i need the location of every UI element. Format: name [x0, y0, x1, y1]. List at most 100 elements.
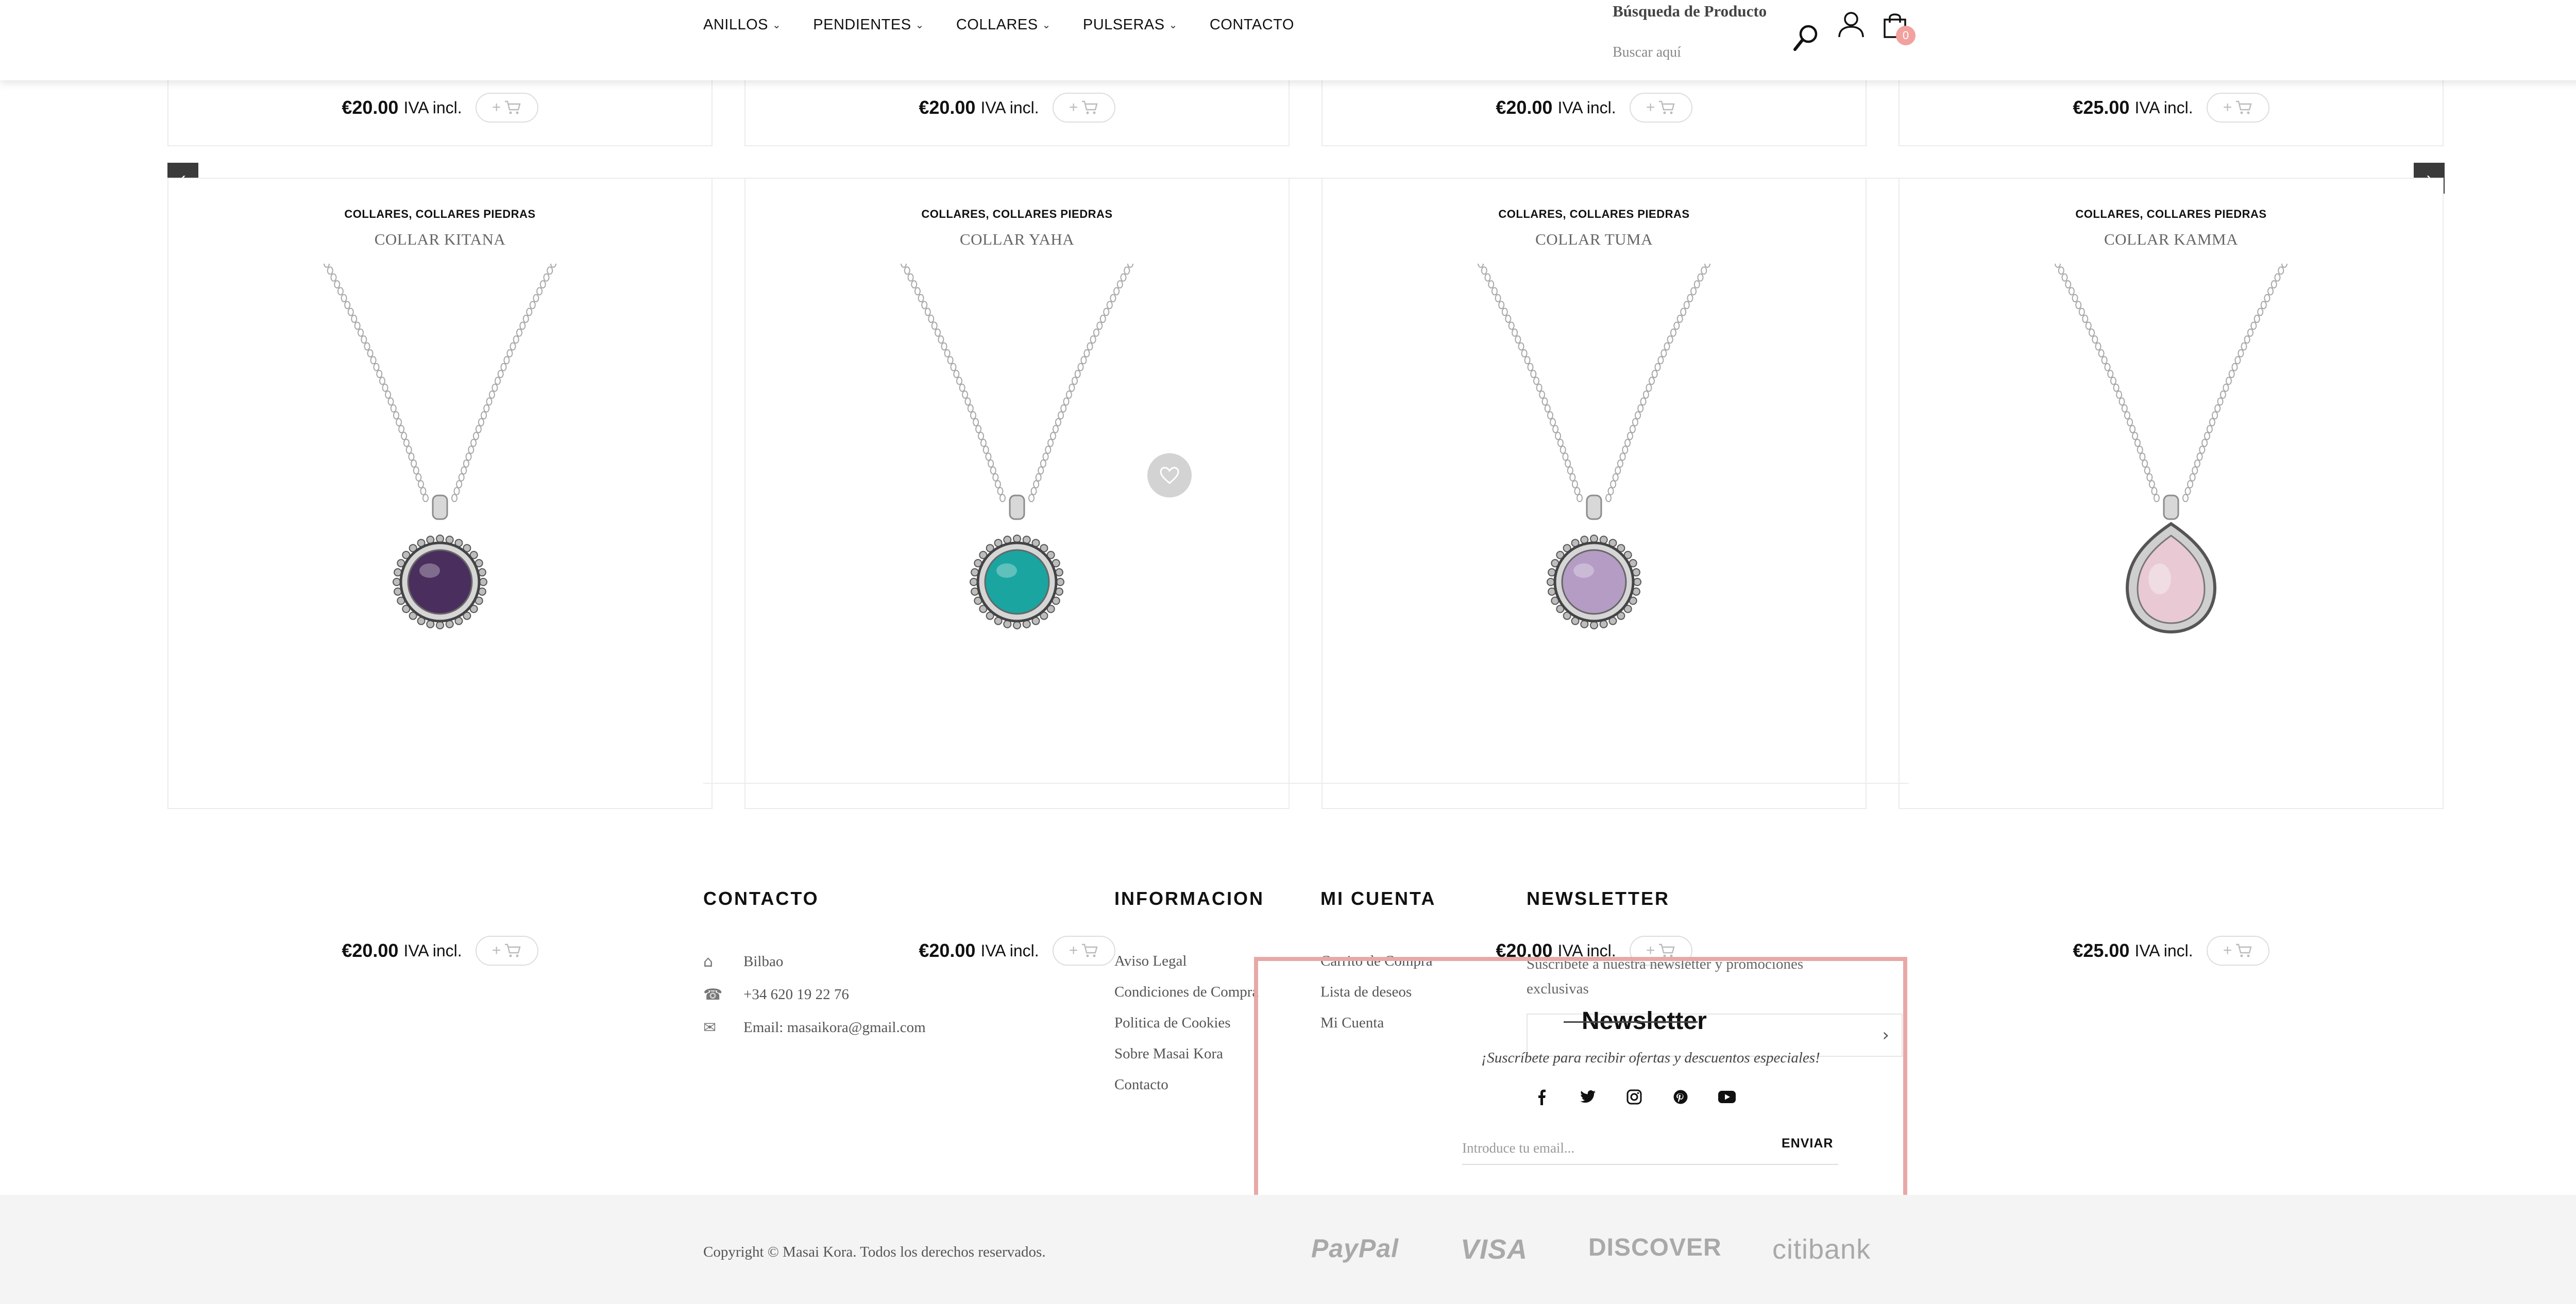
contact-text: Bilbao: [743, 953, 784, 970]
nav-item-pulseras[interactable]: PULSERAS ⌄: [1083, 16, 1178, 33]
cart-icon: [2236, 100, 2252, 114]
tax-label: IVA incl.: [980, 941, 1039, 960]
contact-email[interactable]: ✉ Email: masaikora@gmail.com: [703, 1019, 926, 1037]
footer-link-sobre[interactable]: Sobre Masai Kora: [1114, 1045, 1223, 1062]
product-card[interactable]: COLLARES, COLLARES PIEDRAS COLLAR KAMMA …: [1899, 178, 2444, 966]
discover-logo: DISCOVER: [1588, 1234, 1722, 1261]
tax-label: IVA incl.: [2134, 98, 2193, 117]
facebook-icon[interactable]: [1526, 1087, 1557, 1107]
product-image[interactable]: [893, 264, 1141, 810]
add-to-cart-button[interactable]: +: [1052, 936, 1115, 966]
chevron-down-icon: ⌄: [1168, 19, 1178, 31]
nav-label: PENDIENTES: [813, 16, 911, 33]
phone-icon: ☎: [703, 986, 723, 1004]
nav-item-anillos[interactable]: ANILLOS ⌄: [703, 16, 781, 33]
footer-link-condiciones[interactable]: Condiciones de Compra: [1114, 984, 1259, 1001]
tax-label: IVA incl.: [403, 941, 462, 960]
nav-label: CONTACTO: [1209, 16, 1294, 33]
product-card[interactable]: COLLARES, COLLARES PIEDRAS COLLAR YAHA €…: [744, 178, 1290, 966]
instagram-icon[interactable]: [1619, 1087, 1650, 1107]
product-image[interactable]: [1470, 264, 1718, 810]
footer-link-aviso-legal[interactable]: Aviso Legal: [1114, 953, 1187, 970]
chevron-down-icon: ⌄: [1042, 19, 1051, 31]
product-categories[interactable]: COLLARES, COLLARES PIEDRAS: [745, 208, 1289, 221]
cart-icon: [2236, 943, 2252, 957]
add-to-cart-button[interactable]: +: [2206, 936, 2269, 966]
search-icon[interactable]: [1792, 23, 1821, 54]
site-header: ANILLOS ⌄ PENDIENTES ⌄ COLLARES ⌄ PULSERAS ⌄…: [0, 0, 2576, 80]
contact-address: ⌂ Bilbao: [703, 953, 783, 971]
product-categories[interactable]: COLLARES, COLLARES PIEDRAS: [1323, 208, 1866, 221]
nav-item-contacto[interactable]: CONTACTO: [1210, 16, 1294, 33]
product-name[interactable]: COLLAR KITANA: [168, 230, 711, 249]
cart-icon: [1082, 943, 1098, 957]
footer-link-cookies[interactable]: Politica de Cookies: [1114, 1015, 1231, 1032]
product-card[interactable]: COLLARES, COLLARES PIEDRAS COLLAR KITANA…: [167, 178, 713, 966]
footer-heading-newsletter: NEWSLETTER: [1527, 888, 1670, 909]
contact-text: Email: masaikora@gmail.com: [743, 1019, 926, 1036]
nav-label: COLLARES: [956, 16, 1038, 33]
product-name[interactable]: COLLAR TUMA: [1323, 230, 1866, 249]
cart-count-badge: 0: [1896, 26, 1916, 45]
footer-heading-mi-cuenta: MI CUENTA: [1320, 888, 1436, 909]
youtube-icon[interactable]: [1711, 1087, 1742, 1107]
envelope-icon: ✉: [703, 1019, 717, 1037]
product-name[interactable]: COLLAR YAHA: [745, 230, 1289, 249]
tax-label: IVA incl.: [403, 98, 462, 117]
user-icon[interactable]: [1837, 10, 1866, 39]
cart-icon: [1659, 100, 1675, 114]
product-price: €20.00: [1496, 97, 1553, 118]
product-price: €20.00: [919, 97, 976, 118]
add-to-cart-button[interactable]: +: [475, 936, 538, 966]
home-icon: ⌂: [703, 953, 714, 971]
cart-icon: [505, 100, 521, 114]
add-to-cart-button[interactable]: +: [2206, 93, 2269, 123]
citibank-logo: citibank: [1772, 1234, 1871, 1265]
wishlist-button[interactable]: [1147, 453, 1192, 497]
product-image[interactable]: [316, 264, 564, 810]
nav-item-collares[interactable]: COLLARES ⌄: [956, 16, 1051, 33]
twitter-icon[interactable]: [1572, 1087, 1603, 1107]
tax-label: IVA incl.: [980, 98, 1039, 117]
add-to-cart-button[interactable]: +: [1629, 93, 1692, 123]
footer-heading-contacto: CONTACTO: [703, 888, 819, 909]
add-to-cart-button[interactable]: +: [1052, 93, 1115, 123]
footer-heading-informacion: INFORMACION: [1114, 888, 1264, 909]
product-price: €25.00: [2073, 97, 2130, 118]
product-price: €20.00: [919, 940, 976, 961]
main-nav: ANILLOS ⌄ PENDIENTES ⌄ COLLARES ⌄ PULSERAS ⌄…: [703, 14, 1326, 35]
product-price: €20.00: [342, 940, 399, 961]
footer-link-contacto[interactable]: Contacto: [1114, 1076, 1168, 1093]
heart-icon: [1160, 467, 1179, 484]
nav-label: PULSERAS: [1082, 16, 1165, 33]
cart-icon: [1082, 100, 1098, 114]
cart-icon: [505, 943, 521, 957]
visa-logo: VISA: [1461, 1234, 1528, 1265]
product-name[interactable]: COLLAR KAMMA: [1900, 230, 2443, 249]
popup-title-line: [1564, 1021, 1698, 1023]
add-to-cart-button[interactable]: +: [475, 93, 538, 123]
copyright-text: Copyright © Masai Kora. Todos los derech…: [703, 1244, 1046, 1260]
chevron-down-icon: ⌄: [772, 19, 782, 31]
social-links: [1526, 1087, 1758, 1107]
search-title: Búsqueda de Producto: [1613, 2, 1767, 20]
contact-phone[interactable]: ☎ +34 620 19 22 76: [703, 986, 849, 1004]
paypal-logo: PayPal: [1311, 1234, 1399, 1263]
tax-label: IVA incl.: [2134, 941, 2193, 960]
chevron-down-icon: ⌄: [915, 19, 924, 31]
footer-bottom-bar: [0, 1195, 2576, 1304]
product-price: €25.00: [2073, 940, 2130, 961]
product-categories[interactable]: COLLARES, COLLARES PIEDRAS: [1900, 208, 2443, 221]
nav-item-pendientes[interactable]: PENDIENTES ⌄: [813, 16, 924, 33]
pinterest-icon[interactable]: [1665, 1087, 1696, 1107]
popup-send-button[interactable]: ENVIAR: [1782, 1136, 1833, 1151]
tax-label: IVA incl.: [1557, 98, 1616, 117]
product-price: €20.00: [342, 97, 399, 118]
popup-subtitle: ¡Suscríbete para recibir ofertas y descu…: [1481, 1050, 1820, 1066]
product-categories[interactable]: COLLARES, COLLARES PIEDRAS: [168, 208, 711, 221]
search-input[interactable]: [1613, 44, 1788, 61]
nav-label: ANILLOS: [703, 16, 768, 33]
product-card[interactable]: COLLARES, COLLARES PIEDRAS COLLAR TUMA €…: [1321, 178, 1867, 966]
product-image[interactable]: [2047, 264, 2295, 810]
section-divider: [703, 783, 1909, 784]
